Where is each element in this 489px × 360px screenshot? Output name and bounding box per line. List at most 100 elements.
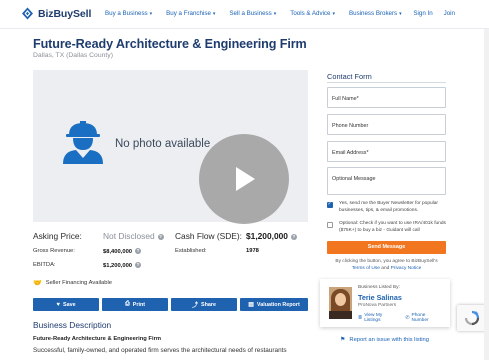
broker-card: Business Listed By: Terie Salinas ProNov… xyxy=(320,279,450,327)
established-label: Established: xyxy=(175,248,207,254)
broker-name[interactable]: Terie Salinas xyxy=(358,293,402,302)
help-icon[interactable]: ? xyxy=(135,248,142,254)
nav-sell-a-business[interactable]: Sell a Business ▾ xyxy=(229,10,276,17)
save-label: Save xyxy=(62,301,76,308)
broker-avatar[interactable] xyxy=(329,287,352,319)
page-scrollbar[interactable] xyxy=(484,29,489,360)
list-icon: ≣ xyxy=(358,315,363,321)
page-title: Future-Ready Architecture & Engineering … xyxy=(33,37,307,51)
newsletter-checkbox[interactable] xyxy=(327,201,333,208)
construction-worker-icon xyxy=(60,120,106,169)
newsletter-checkbox-row: Yes, send me the Buyer Newsletter for po… xyxy=(327,201,446,217)
business-description-subheading: Future-Ready Architecture & Engineering … xyxy=(33,336,161,342)
report-issue-text: Report an issue with this listing xyxy=(349,336,429,343)
share-button[interactable]: ⤴ Share xyxy=(171,298,237,311)
chevron-down-icon: ▾ xyxy=(273,10,277,17)
report-issue-link[interactable]: ⚑ Report an issue with this listing xyxy=(340,336,429,344)
handshake-icon: 🤝 xyxy=(33,280,42,287)
terms-of-use-link[interactable]: Terms of Use xyxy=(352,266,380,271)
phone-placeholder: Phone Number xyxy=(332,123,369,129)
view-listings-label: View My Listings xyxy=(364,313,383,323)
bizbuysell-logo[interactable]: BizBuySell xyxy=(21,7,91,20)
listing-location: Dallas, TX (Dallas County) xyxy=(33,52,113,59)
valuation-report-button[interactable]: ▤ Valuation Report xyxy=(240,298,308,311)
help-icon[interactable]: ? xyxy=(290,234,297,240)
phone-field[interactable]: Phone Number xyxy=(327,114,446,135)
send-message-button[interactable]: Send Message xyxy=(327,241,446,254)
flag-icon: ⚑ xyxy=(340,337,346,343)
business-description-body: Successful, family-owned, and operated f… xyxy=(33,347,287,354)
nav-label: Sell a Business xyxy=(229,10,272,17)
ebitda-text: $1,200,000 xyxy=(103,263,133,269)
phone-icon: ✆ xyxy=(405,315,410,321)
share-icon: ⤴ xyxy=(192,303,199,309)
view-listings-link[interactable]: ≣ View My Listings xyxy=(358,313,397,323)
privacy-notice-link[interactable]: Privacy Notice xyxy=(391,266,422,271)
email-placeholder: Email Address* xyxy=(332,150,369,156)
cash-flow-text: $1,200,000 xyxy=(246,231,288,241)
share-label: Share xyxy=(201,301,216,308)
nav-label: Business Brokers xyxy=(349,10,398,17)
message-textarea[interactable]: Optional Message xyxy=(327,167,446,195)
cash-flow-value: $1,200,000? xyxy=(246,231,297,241)
video-play-button[interactable] xyxy=(199,134,289,224)
message-placeholder: Optional Message xyxy=(332,176,376,182)
help-icon[interactable]: ? xyxy=(157,234,164,240)
newsletter-text: Yes, send me the Buyer Newsletter for po… xyxy=(339,201,439,213)
contact-form-divider xyxy=(327,82,446,83)
cash-flow-label: Cash Flow (SDE): xyxy=(175,231,243,241)
report-icon: ▤ xyxy=(248,302,254,308)
chevron-down-icon: ▾ xyxy=(149,10,153,17)
help-icon[interactable]: ? xyxy=(135,262,142,268)
asking-price-label: Asking Price: xyxy=(33,231,82,241)
seller-financing: 🤝 Seller Financing Available xyxy=(33,279,112,287)
ira-checkbox-row: Optional: Check if you want to use IRA/4… xyxy=(327,221,446,237)
chevron-down-icon: ▾ xyxy=(212,10,216,17)
terms-and: and xyxy=(381,266,390,271)
gross-revenue-label: Gross Revenue: xyxy=(33,248,75,254)
save-button[interactable]: ♥ Save xyxy=(33,298,99,311)
asking-price-text: Not Disclosed xyxy=(103,231,155,241)
ebitda-label: EBITDA: xyxy=(33,262,56,268)
sign-in-link[interactable]: Sign In xyxy=(413,10,432,17)
email-field[interactable]: Email Address* xyxy=(327,141,446,162)
terms-text: By clicking the button, you agree to Biz… xyxy=(327,258,446,272)
terms-prefix: By clicking the button, you agree to Biz… xyxy=(335,259,438,264)
ira-text: Optional: Check if you want to use IRA/4… xyxy=(339,221,446,233)
nav-buy-a-business[interactable]: Buy a Business ▾ xyxy=(105,10,152,17)
join-link[interactable]: Join xyxy=(444,10,455,17)
contact-form-title: Contact Form xyxy=(327,72,372,81)
established-value: 1978 xyxy=(246,248,259,254)
printer-icon: ⎙ xyxy=(124,301,130,307)
nav-buy-a-franchise[interactable]: Buy a Franchise ▾ xyxy=(166,10,215,17)
no-photo-text: No photo available xyxy=(115,138,211,150)
phone-number-link[interactable]: ✆ Phone Number xyxy=(405,313,442,323)
gross-revenue-text: $8,400,000 xyxy=(103,249,133,255)
logo-text: BizBuySell xyxy=(38,7,92,20)
full-name-placeholder: Full Name* xyxy=(332,96,359,102)
print-button[interactable]: ⎙ Print xyxy=(102,298,168,311)
ira-checkbox[interactable] xyxy=(327,222,333,228)
valuation-label: Valuation Report xyxy=(256,301,300,308)
heart-icon: ♥ xyxy=(56,301,60,308)
nav-business-brokers[interactable]: Business Brokers ▾ xyxy=(349,10,402,17)
auth-links: Sign In Join xyxy=(402,10,455,17)
business-description-heading: Business Description xyxy=(33,320,112,330)
nav-label: Tools & Advice xyxy=(290,10,331,17)
broker-label: Business Listed By: xyxy=(358,285,400,290)
site-header: BizBuySell Buy a Business ▾ Buy a Franchi… xyxy=(0,0,489,29)
asking-price-value: Not Disclosed? xyxy=(103,231,164,241)
nav-tools-advice[interactable]: Tools & Advice ▾ xyxy=(290,10,335,17)
broker-firm: ProNova Partners xyxy=(358,303,397,308)
recaptcha-icon xyxy=(464,310,480,326)
ebitda-value: $1,200,000? xyxy=(103,262,142,269)
full-name-field[interactable]: Full Name* xyxy=(327,87,446,108)
print-label: Print xyxy=(132,301,146,308)
seller-financing-text: Seller Financing Available xyxy=(45,280,112,286)
nav-label: Buy a Business xyxy=(105,10,148,17)
main-nav: Buy a Business ▾ Buy a Franchise ▾ Sell a … xyxy=(105,10,416,17)
play-icon xyxy=(236,167,255,191)
chevron-down-icon: ▾ xyxy=(332,10,335,17)
phone-number-label: Phone Number xyxy=(411,313,429,323)
broker-links: ≣ View My Listings ✆ Phone Number xyxy=(358,313,450,323)
